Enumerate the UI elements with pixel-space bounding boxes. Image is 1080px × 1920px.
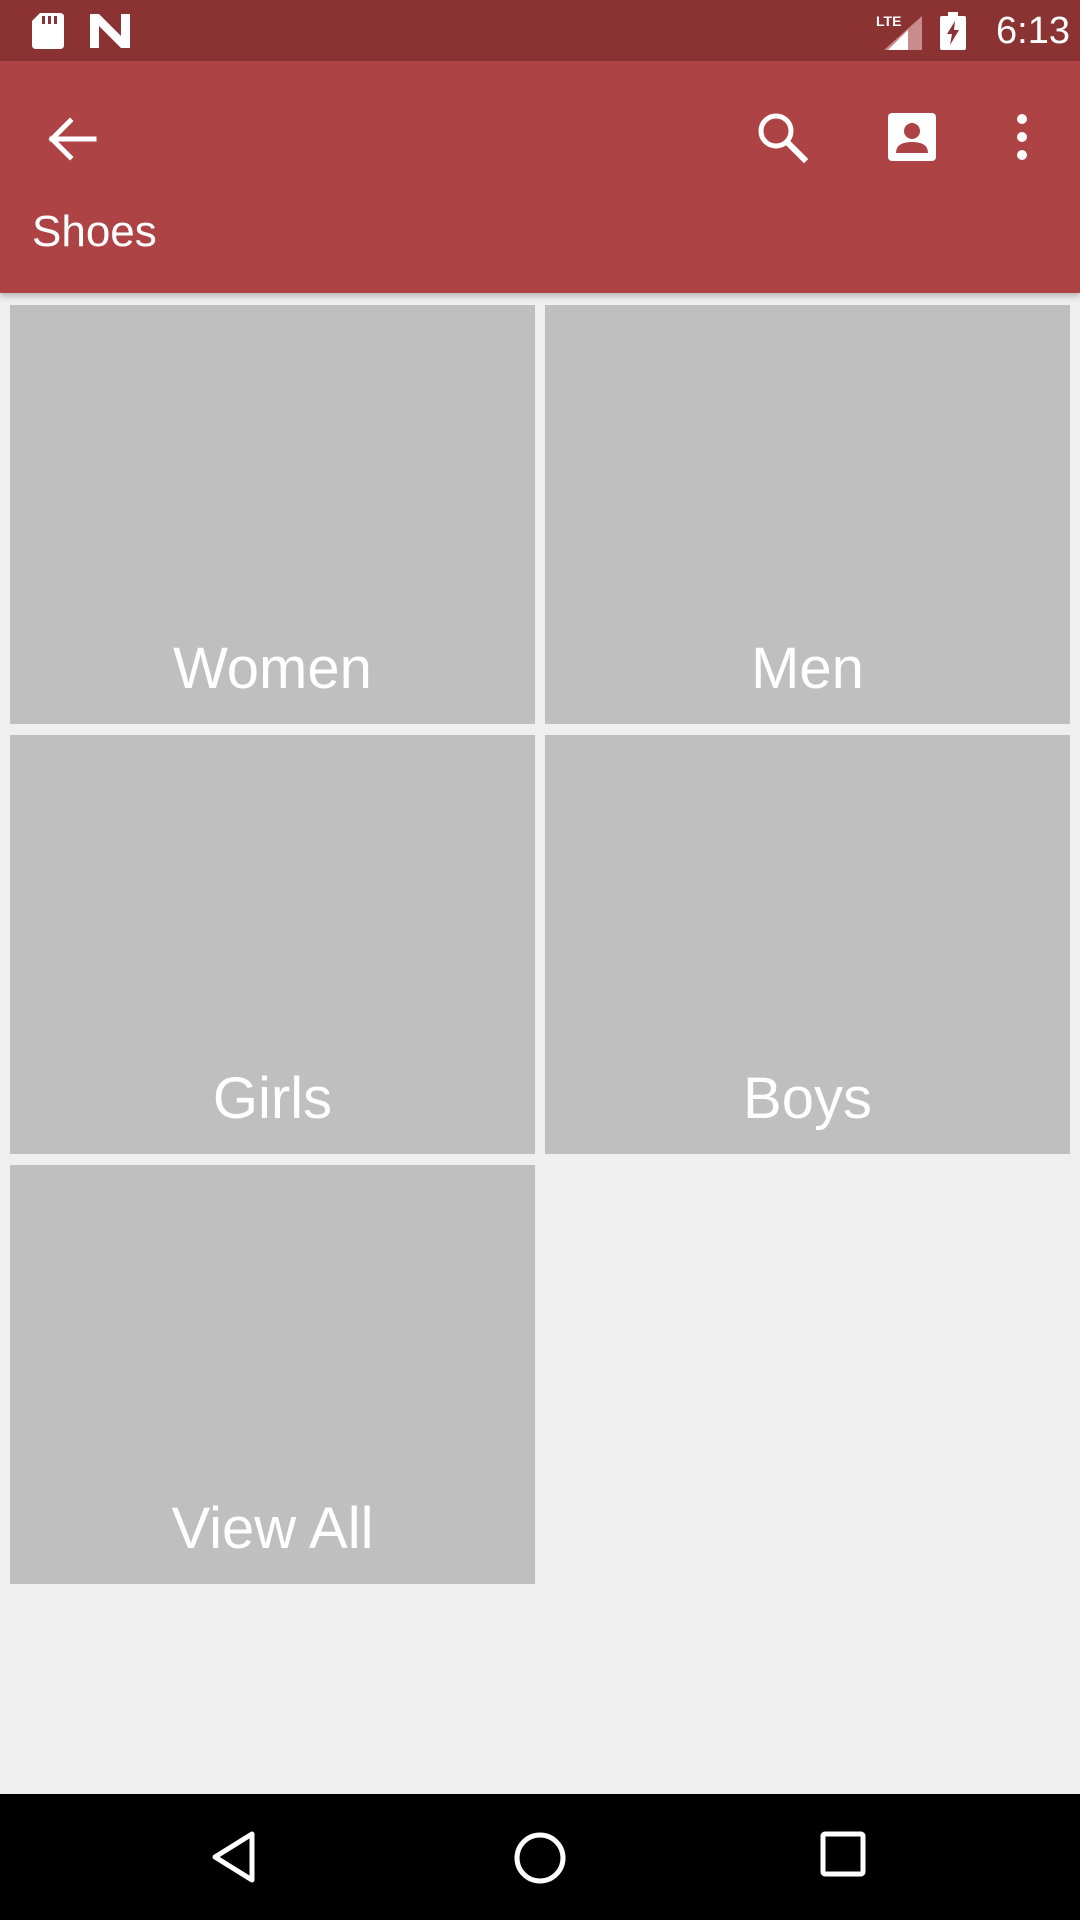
category-label: Girls — [212, 1066, 333, 1131]
category-tile-view-all[interactable]: View All — [10, 1165, 535, 1584]
status-time: 6:13 — [996, 10, 1070, 52]
category-tile-men[interactable]: Men — [545, 305, 1070, 724]
battery-charging-icon — [940, 12, 966, 55]
search-icon[interactable] — [752, 107, 812, 167]
system-nav-bar — [0, 1794, 1080, 1920]
category-tile-girls[interactable]: Girls — [10, 735, 535, 1154]
recents-icon[interactable] — [818, 1829, 868, 1884]
svg-text:LTE: LTE — [876, 13, 901, 29]
category-tile-women[interactable]: Women — [10, 305, 535, 724]
category-label: Men — [751, 636, 864, 701]
arrow-back-icon[interactable] — [44, 109, 104, 169]
app-bar: Shoes — [0, 61, 1080, 293]
account-box-icon[interactable] — [880, 107, 940, 167]
lte-signal-icon: LTE — [876, 12, 922, 55]
n-notification-icon — [90, 14, 130, 53]
home-icon[interactable] — [510, 1828, 570, 1893]
more-vert-icon[interactable] — [1000, 107, 1044, 167]
nav-back-icon[interactable] — [210, 1830, 256, 1889]
category-label: Women — [173, 636, 372, 701]
category-label: View All — [171, 1496, 374, 1561]
category-label: Boys — [743, 1066, 872, 1131]
category-tile-boys[interactable]: Boys — [545, 735, 1070, 1154]
status-bar: LTE 6:13 — [0, 0, 1080, 61]
page-title: Shoes — [32, 207, 157, 256]
sd-card-icon — [32, 13, 64, 54]
